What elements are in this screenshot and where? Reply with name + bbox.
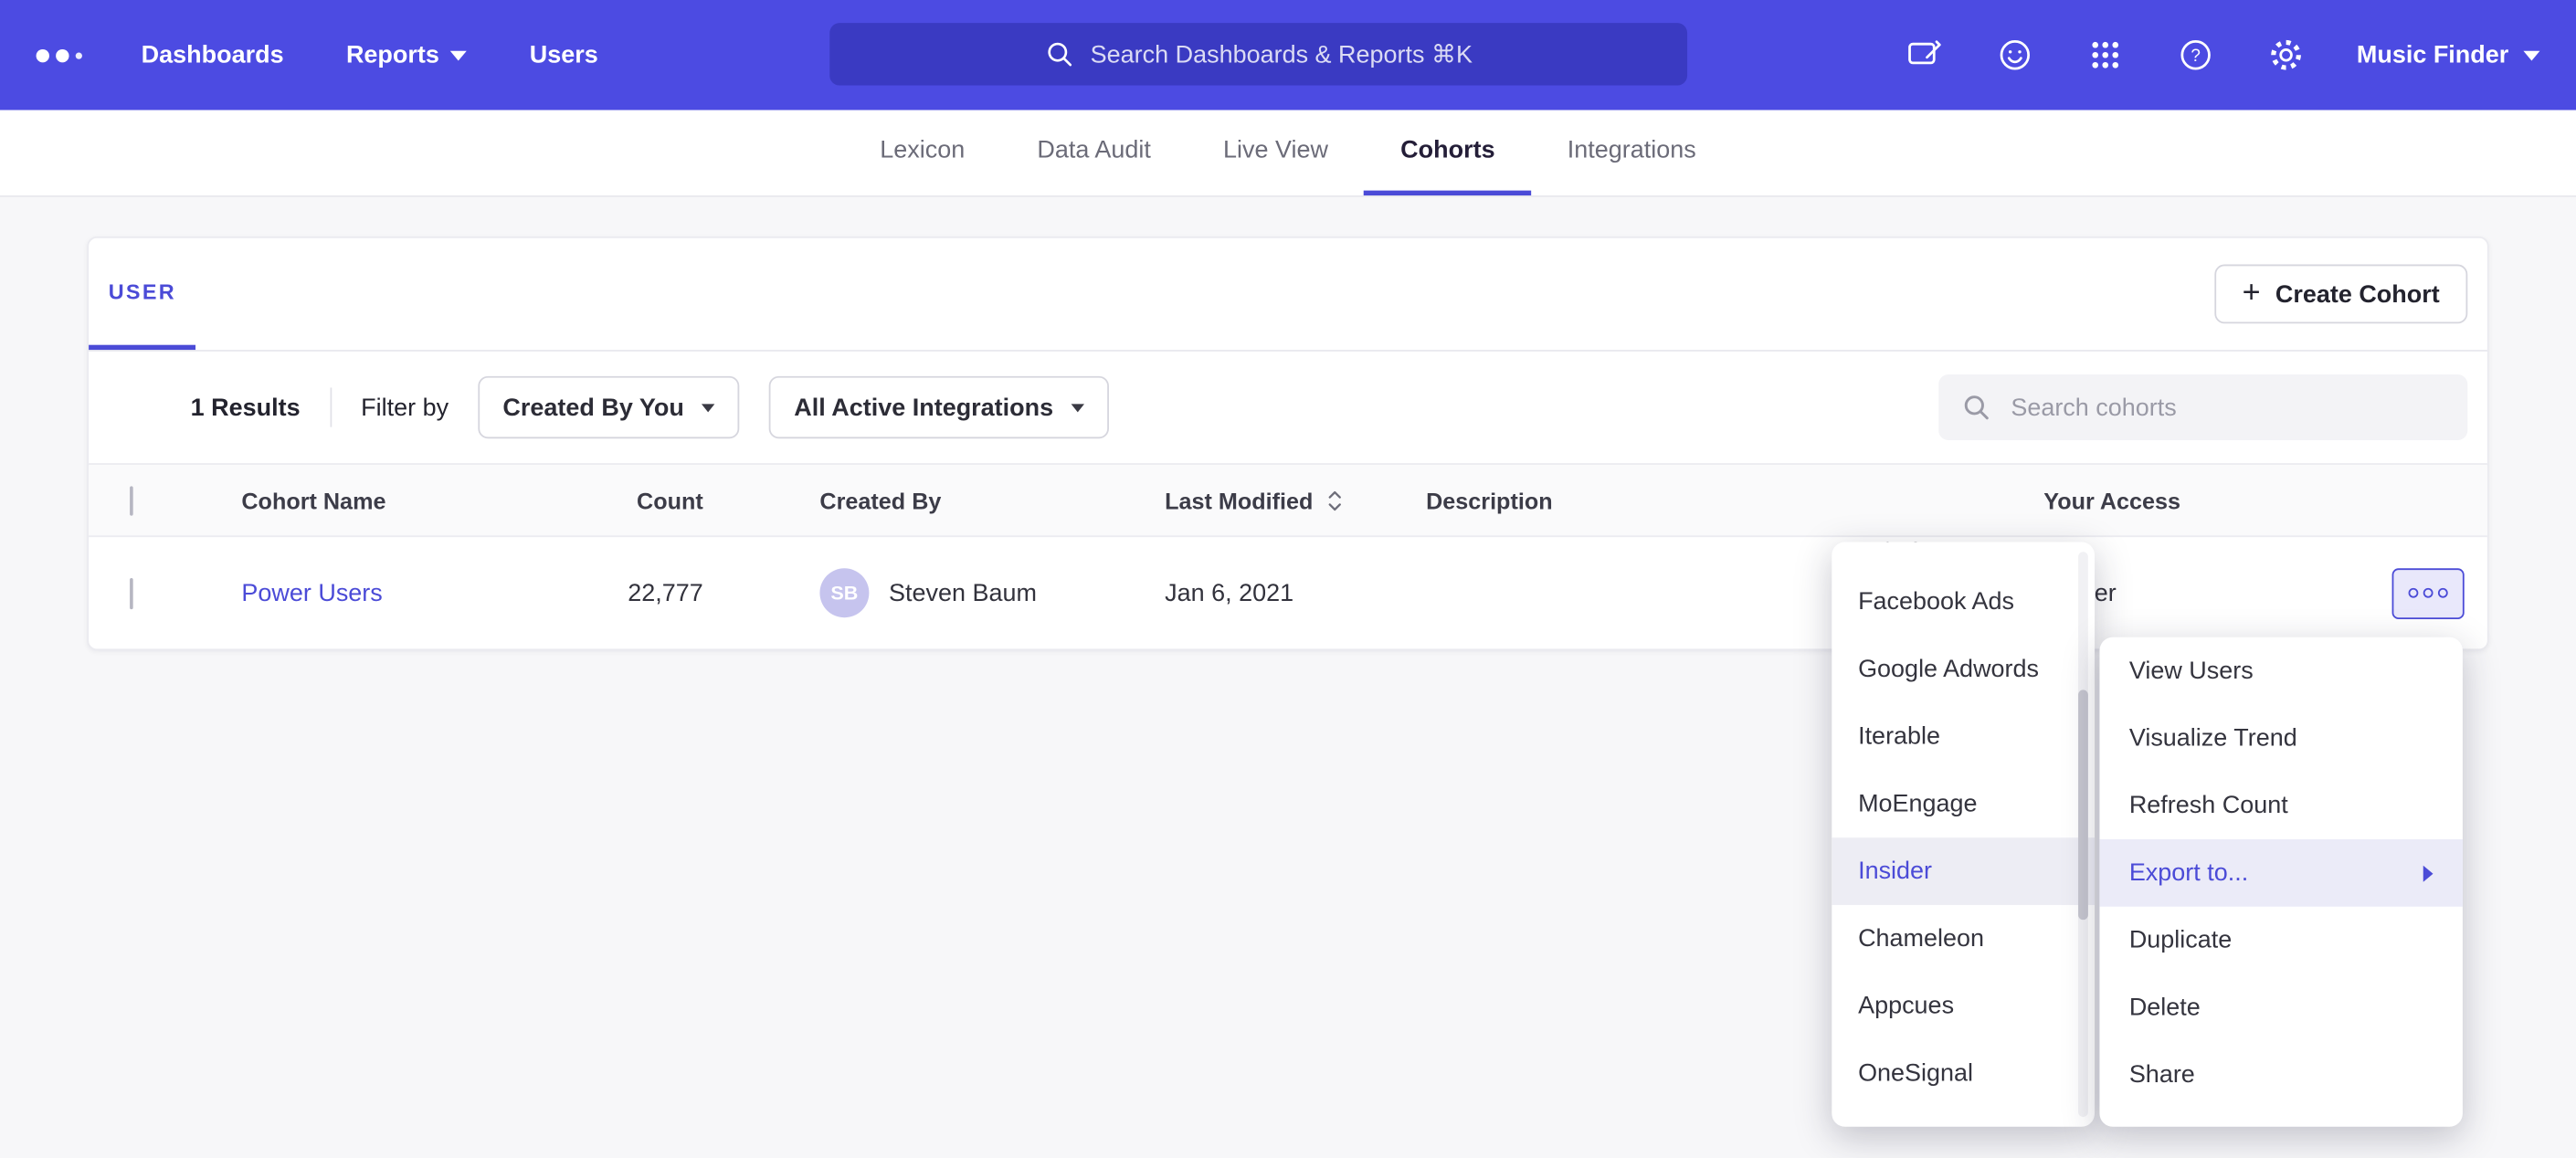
- header-created-by: Created By: [713, 487, 1124, 513]
- created-by-filter-dropdown[interactable]: Created By You: [478, 376, 740, 438]
- help-icon[interactable]: ?: [2176, 36, 2215, 75]
- header-count: Count: [582, 487, 713, 513]
- create-cohort-button[interactable]: + Create Cohort: [2214, 265, 2467, 324]
- sort-icon[interactable]: [1326, 489, 1345, 511]
- menu-item-appcues[interactable]: Appcues: [1832, 973, 2095, 1040]
- cohort-count: 22,777: [582, 579, 713, 607]
- cohort-type-tabs: USER + Create Cohort: [89, 238, 2487, 352]
- divider: [330, 387, 332, 426]
- header-last-modified-label: Last Modified: [1165, 487, 1313, 513]
- nav-reports-label: Reports: [346, 41, 439, 69]
- search-icon: [1044, 39, 1073, 68]
- results-count: 1 Results: [191, 394, 301, 422]
- avatar: SB: [819, 568, 869, 617]
- menu-item-braze[interactable]: Braze: [1832, 542, 2095, 568]
- nav-users[interactable]: Users: [530, 41, 598, 69]
- created-by-name: Steven Baum: [889, 579, 1037, 607]
- menu-item-view-users[interactable]: View Users: [2099, 637, 2462, 705]
- dot-icon: [2438, 588, 2448, 598]
- menu-item-delete[interactable]: Delete: [2099, 974, 2462, 1041]
- menu-item-facebook-ads[interactable]: Facebook Ads: [1832, 568, 2095, 636]
- chevron-down-icon: [450, 50, 467, 60]
- filter-by-label: Filter by: [361, 394, 449, 422]
- integrations-filter-value: All Active Integrations: [794, 394, 1053, 422]
- menu-item-export-to[interactable]: Export to...: [2099, 839, 2462, 907]
- create-cohort-label: Create Cohort: [2275, 280, 2440, 309]
- menu-item-export-to-label: Export to...: [2129, 859, 2248, 888]
- filter-toolbar: 1 Results Filter by Created By You All A…: [89, 352, 2487, 463]
- header-last-modified[interactable]: Last Modified: [1124, 487, 1387, 513]
- menu-item-onesignal[interactable]: OneSignal: [1832, 1039, 2095, 1107]
- cohort-name-link[interactable]: Power Users: [241, 579, 382, 607]
- chevron-down-icon: [1072, 404, 1084, 412]
- cohort-search-box: [1938, 374, 2467, 440]
- nav-reports[interactable]: Reports: [346, 41, 468, 69]
- chevron-right-icon: [2423, 865, 2433, 881]
- scrollbar-thumb[interactable]: [2078, 690, 2088, 920]
- cohorts-card: USER + Create Cohort 1 Results Filter by…: [87, 237, 2488, 650]
- nav-users-label: Users: [530, 41, 598, 69]
- export-to-submenu: Braze Facebook Ads Google Adwords Iterab…: [1832, 542, 2095, 1126]
- apps-grid-icon[interactable]: [2085, 36, 2125, 75]
- tab-live-view[interactable]: Live View: [1187, 110, 1364, 195]
- chevron-down-icon: [702, 404, 715, 412]
- row-actions-button[interactable]: [2392, 567, 2465, 618]
- header-your-access: Your Access: [1928, 487, 2359, 513]
- settings-gear-icon[interactable]: [2266, 36, 2306, 75]
- tab-lexicon[interactable]: Lexicon: [844, 110, 1001, 195]
- dot-icon: [2409, 588, 2419, 598]
- export-destination-list: Braze Facebook Ads Google Adwords Iterab…: [1832, 542, 2095, 1107]
- primary-nav: Dashboards Reports Users: [142, 41, 598, 69]
- tab-user-cohorts[interactable]: USER: [89, 238, 195, 350]
- header-description: Description: [1387, 487, 1928, 513]
- search-icon: [1961, 393, 1990, 422]
- table-row: Power Users 22,777 SB Steven Baum Jan 6,…: [89, 537, 2487, 648]
- select-all-checkbox[interactable]: [130, 485, 133, 514]
- row-checkbox[interactable]: [130, 577, 133, 608]
- created-by-filter-value: Created By You: [502, 394, 683, 422]
- menu-item-refresh-count[interactable]: Refresh Count: [2099, 772, 2462, 839]
- project-name: Music Finder: [2357, 41, 2508, 69]
- menu-item-share[interactable]: Share: [2099, 1041, 2462, 1109]
- svg-text:?: ?: [2191, 47, 2201, 66]
- menu-item-chameleon[interactable]: Chameleon: [1832, 905, 2095, 973]
- tab-integrations[interactable]: Integrations: [1531, 110, 1732, 195]
- menu-item-insider[interactable]: Insider: [1832, 837, 2095, 905]
- cohort-search-input[interactable]: [2008, 392, 2444, 423]
- menu-item-google-adwords[interactable]: Google Adwords: [1832, 636, 2095, 703]
- last-modified-value: Jan 6, 2021: [1124, 579, 1387, 607]
- global-search-placeholder: Search Dashboards & Reports ⌘K: [1091, 39, 1473, 68]
- menu-item-iterable[interactable]: Iterable: [1832, 703, 2095, 771]
- tab-data-audit[interactable]: Data Audit: [1001, 110, 1188, 195]
- nav-dashboards[interactable]: Dashboards: [142, 41, 284, 69]
- global-search-button[interactable]: Search Dashboards & Reports ⌘K: [829, 23, 1687, 85]
- tab-cohorts[interactable]: Cohorts: [1365, 110, 1532, 195]
- row-actions-menu: View Users Visualize Trend Refresh Count…: [2099, 637, 2462, 1127]
- project-switcher[interactable]: Music Finder: [2357, 41, 2540, 69]
- main-content: USER + Create Cohort 1 Results Filter by…: [0, 197, 2576, 650]
- menu-item-moengage[interactable]: MoEngage: [1832, 770, 2095, 837]
- app-viewport: Dashboards Reports Users Search Dashboar…: [0, 0, 2576, 1158]
- nav-dashboards-label: Dashboards: [142, 41, 284, 69]
- integrations-filter-dropdown[interactable]: All Active Integrations: [769, 376, 1109, 438]
- topbar-right-controls: ? Music Finder: [1905, 36, 2539, 75]
- feedback-icon[interactable]: [1905, 36, 1944, 75]
- plus-icon: +: [2243, 277, 2261, 308]
- top-navigation-bar: Dashboards Reports Users Search Dashboar…: [0, 0, 2576, 110]
- chevron-down-icon: [2523, 50, 2539, 60]
- header-cohort-name: Cohort Name: [200, 487, 581, 513]
- page-tab-bar: Lexicon Data Audit Live View Cohorts Int…: [0, 110, 2576, 196]
- table-header-row: Cohort Name Count Created By Last Modifi…: [89, 463, 2487, 537]
- menu-item-visualize-trend[interactable]: Visualize Trend: [2099, 705, 2462, 773]
- dot-icon: [2423, 588, 2433, 598]
- support-smiley-icon[interactable]: [1995, 36, 2034, 75]
- menu-item-duplicate[interactable]: Duplicate: [2099, 907, 2462, 974]
- mixpanel-logo-icon[interactable]: [37, 48, 82, 61]
